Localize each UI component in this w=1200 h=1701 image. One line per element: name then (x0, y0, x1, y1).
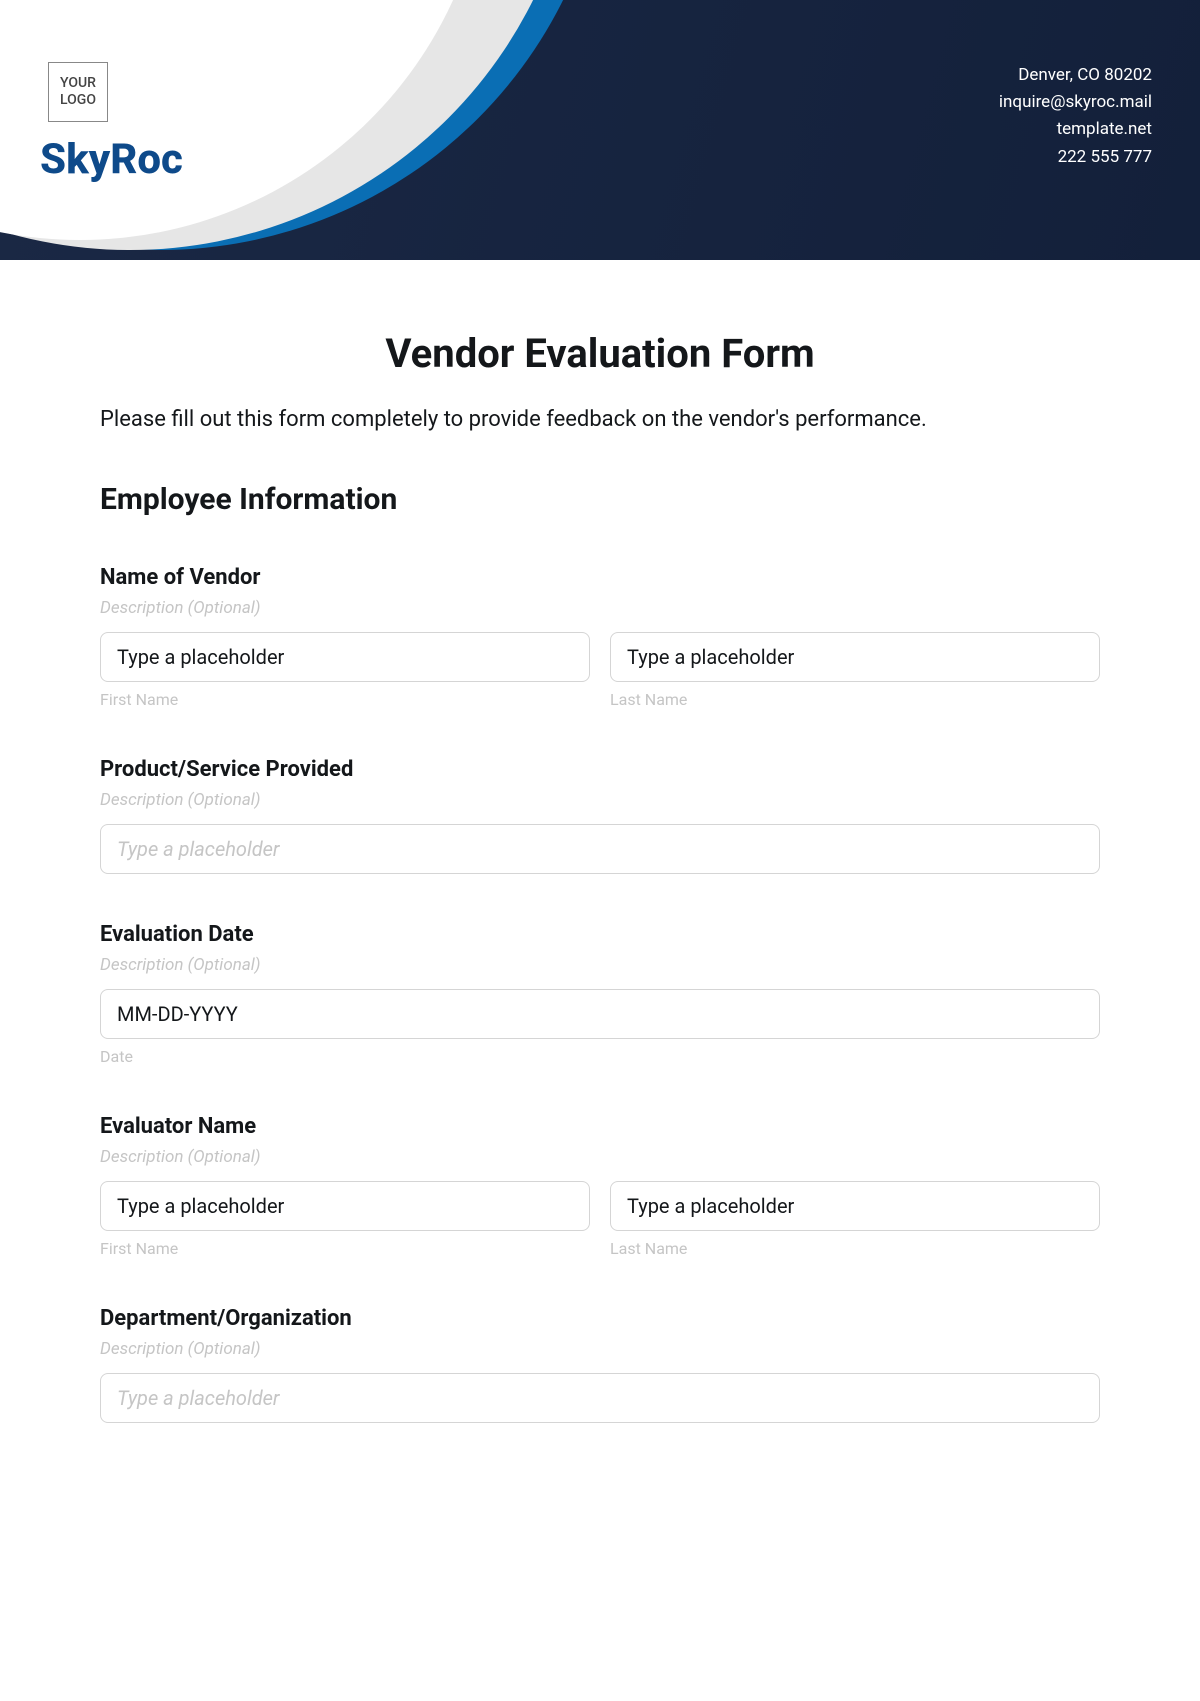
evaluator-name-label: Evaluator Name (100, 1114, 1100, 1139)
department-group: Department/Organization Description (Opt… (100, 1306, 1100, 1423)
evaluation-date-label: Evaluation Date (100, 922, 1100, 947)
department-desc: Description (Optional) (100, 1339, 1100, 1359)
vendor-name-label: Name of Vendor (100, 565, 1100, 590)
header-address: Denver, CO 80202 (999, 62, 1152, 89)
evaluator-last-name-sublabel: Last Name (610, 1239, 1100, 1258)
vendor-name-group: Name of Vendor Description (Optional) Fi… (100, 565, 1100, 709)
evaluator-first-name-input[interactable] (100, 1181, 590, 1231)
logo-placeholder: YOUR LOGO (48, 62, 108, 122)
evaluation-date-input[interactable] (100, 989, 1100, 1039)
vendor-name-desc: Description (Optional) (100, 598, 1100, 618)
header-website: template.net (999, 116, 1152, 143)
company-name: SkyRoc (40, 135, 183, 184)
form-content: Vendor Evaluation Form Please fill out t… (0, 260, 1200, 1423)
evaluator-name-desc: Description (Optional) (100, 1147, 1100, 1167)
department-input[interactable] (100, 1373, 1100, 1423)
evaluator-name-group: Evaluator Name Description (Optional) Fi… (100, 1114, 1100, 1258)
evaluator-first-name-sublabel: First Name (100, 1239, 590, 1258)
vendor-first-name-input[interactable] (100, 632, 590, 682)
product-service-desc: Description (Optional) (100, 790, 1100, 810)
vendor-last-name-input[interactable] (610, 632, 1100, 682)
page-title: Vendor Evaluation Form (100, 330, 1100, 377)
department-label: Department/Organization (100, 1306, 1100, 1331)
header-contact-info: Denver, CO 80202 inquire@skyroc.mail tem… (999, 62, 1152, 171)
section-title: Employee Information (100, 482, 1100, 517)
evaluator-last-name-input[interactable] (610, 1181, 1100, 1231)
logo-text: YOUR LOGO (49, 75, 107, 109)
evaluation-date-desc: Description (Optional) (100, 955, 1100, 975)
evaluation-date-sublabel: Date (100, 1047, 1100, 1066)
header-email: inquire@skyroc.mail (999, 89, 1152, 116)
page-subtitle: Please fill out this form completely to … (100, 407, 1100, 432)
product-service-group: Product/Service Provided Description (Op… (100, 757, 1100, 874)
vendor-first-name-sublabel: First Name (100, 690, 590, 709)
product-service-label: Product/Service Provided (100, 757, 1100, 782)
product-service-input[interactable] (100, 824, 1100, 874)
header-phone: 222 555 777 (999, 144, 1152, 171)
vendor-last-name-sublabel: Last Name (610, 690, 1100, 709)
evaluation-date-group: Evaluation Date Description (Optional) D… (100, 922, 1100, 1066)
header: YOUR LOGO SkyRoc Denver, CO 80202 inquir… (0, 0, 1200, 260)
